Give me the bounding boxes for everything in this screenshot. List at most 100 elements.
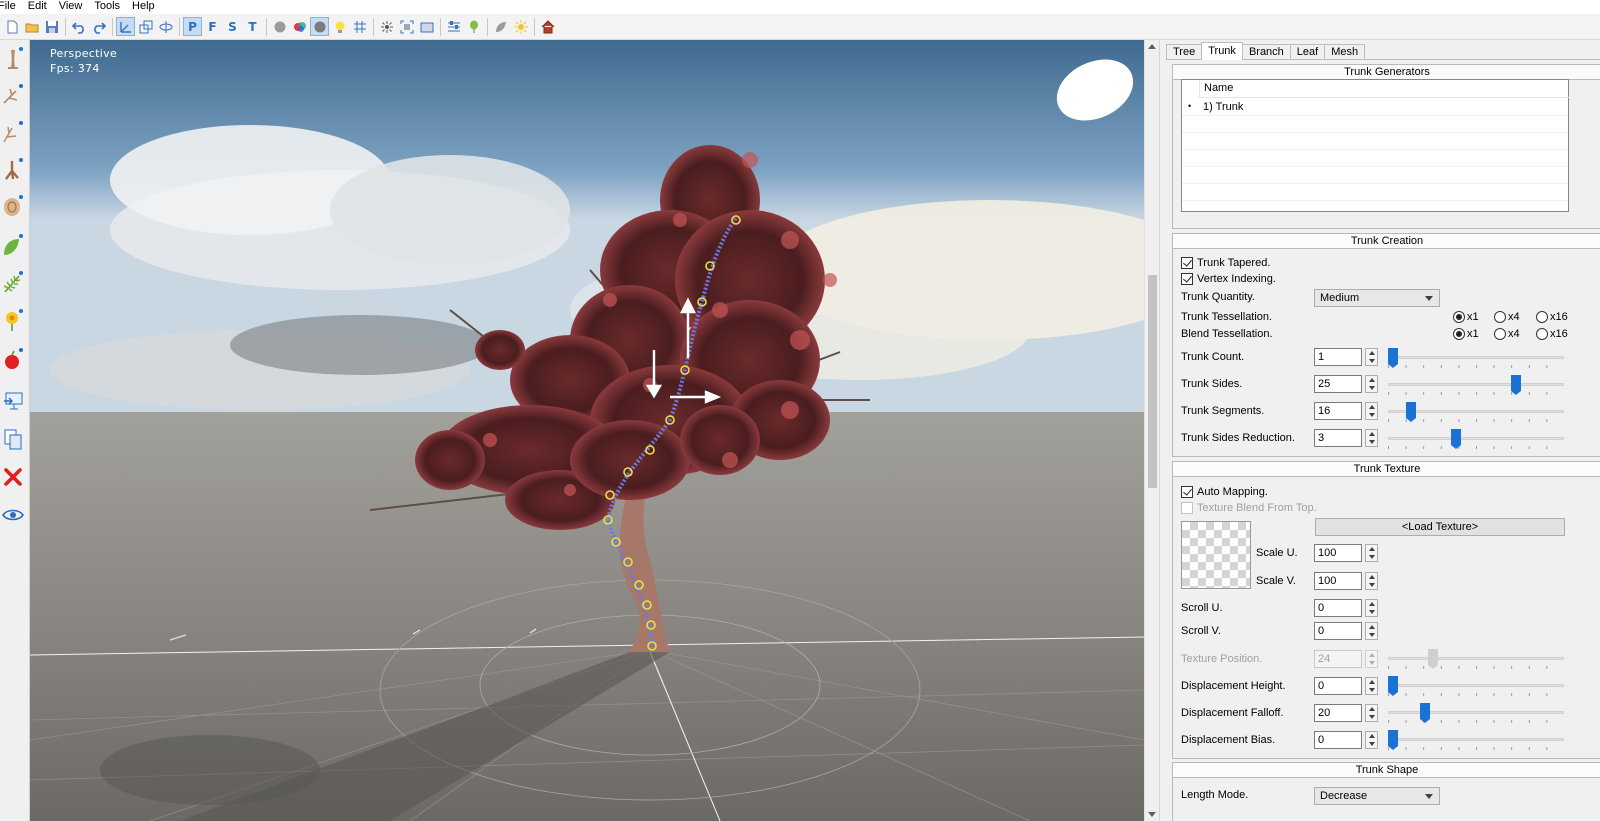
scale-v-field[interactable]: 100 bbox=[1314, 572, 1362, 590]
scroll-v-spin-buttons[interactable] bbox=[1365, 622, 1378, 640]
trunk-sides-reduction-slider-thumb[interactable] bbox=[1451, 429, 1461, 449]
blend-tessellation-x16-radio[interactable] bbox=[1536, 328, 1548, 340]
add-cap-icon[interactable] bbox=[0, 191, 26, 221]
displacement-bias-field[interactable]: 0 bbox=[1314, 731, 1362, 749]
displacement-bias-stepper[interactable]: 0 bbox=[1314, 731, 1378, 749]
visibility-icon[interactable] bbox=[0, 500, 26, 530]
trunk-sides-slider-thumb[interactable] bbox=[1511, 375, 1521, 395]
grid-icon[interactable] bbox=[350, 17, 369, 36]
front-view[interactable]: F bbox=[203, 17, 222, 36]
add-frond-icon[interactable] bbox=[0, 267, 26, 297]
add-branch-icon[interactable] bbox=[0, 80, 26, 110]
scale-v-spin-buttons[interactable] bbox=[1365, 572, 1378, 590]
length-mode-select[interactable]: Decrease bbox=[1314, 787, 1440, 805]
texture-position-field[interactable]: 24 bbox=[1314, 650, 1362, 668]
trunk-sides-reduction-stepper[interactable]: 3 bbox=[1314, 429, 1378, 447]
texture-position-slider-thumb[interactable] bbox=[1428, 649, 1438, 669]
trunk-sides-stepper[interactable]: 25 bbox=[1314, 375, 1378, 393]
sun-icon[interactable] bbox=[511, 17, 530, 36]
displacement-bias-slider-thumb[interactable] bbox=[1388, 730, 1398, 750]
menu-file[interactable]: File bbox=[0, 0, 24, 14]
scroll-u-spin-buttons[interactable] bbox=[1365, 599, 1378, 617]
texture-position-stepper[interactable]: 24 bbox=[1314, 650, 1378, 668]
delete-icon[interactable] bbox=[0, 462, 26, 492]
trunk-segments-stepper[interactable]: 16 bbox=[1314, 402, 1378, 420]
balloon-icon[interactable] bbox=[464, 17, 483, 36]
trunk-quantity-select[interactable]: Medium bbox=[1314, 289, 1440, 307]
scroll-thumb[interactable] bbox=[1148, 275, 1157, 488]
menu-view[interactable]: View bbox=[55, 0, 91, 14]
displacement-height-slider[interactable] bbox=[1388, 676, 1564, 696]
settings-sliders-icon[interactable] bbox=[444, 17, 463, 36]
add-fruit-icon[interactable] bbox=[0, 344, 26, 374]
displacement-falloff-field[interactable]: 20 bbox=[1314, 704, 1362, 722]
scroll-v-field[interactable]: 0 bbox=[1314, 622, 1362, 640]
displacement-falloff-spin-buttons[interactable] bbox=[1365, 704, 1378, 722]
blend-tessellation-x4-radio[interactable] bbox=[1494, 328, 1506, 340]
scroll-up-icon[interactable] bbox=[1148, 44, 1156, 49]
trunk-sides-reduction-spin-buttons[interactable] bbox=[1365, 429, 1378, 447]
color-material-icon[interactable] bbox=[290, 17, 309, 36]
add-twig-icon[interactable] bbox=[0, 117, 26, 147]
tab-leaf[interactable]: Leaf bbox=[1289, 44, 1326, 60]
trunk-segments-spin-buttons[interactable] bbox=[1365, 402, 1378, 420]
scroll-v-stepper[interactable]: 0 bbox=[1314, 622, 1378, 640]
trunk-count-spin-buttons[interactable] bbox=[1365, 348, 1378, 366]
sphere-shading-icon[interactable] bbox=[270, 17, 289, 36]
trunk-generators-list[interactable]: Name • 1) Trunk bbox=[1181, 79, 1569, 212]
displacement-height-stepper[interactable]: 0 bbox=[1314, 677, 1378, 695]
textured-sphere-icon[interactable] bbox=[310, 17, 329, 36]
rotate-gizmo-icon[interactable] bbox=[156, 17, 175, 36]
trunk-sides-field[interactable]: 25 bbox=[1314, 375, 1362, 393]
texture-position-spin-buttons[interactable] bbox=[1365, 650, 1378, 668]
blend-tessellation-x1-radio[interactable] bbox=[1453, 328, 1465, 340]
scroll-u-stepper[interactable]: 0 bbox=[1314, 599, 1378, 617]
load-texture-button[interactable]: <Load Texture> bbox=[1315, 518, 1565, 536]
side-view[interactable]: S bbox=[223, 17, 242, 36]
auto-mapping-checkbox[interactable] bbox=[1181, 486, 1193, 498]
leaf-icon[interactable] bbox=[491, 17, 510, 36]
viewport-scrollbar[interactable] bbox=[1144, 40, 1159, 821]
save-icon[interactable] bbox=[42, 17, 61, 36]
export-icon[interactable] bbox=[0, 386, 26, 416]
new-file-icon[interactable] bbox=[2, 17, 21, 36]
3d-viewport[interactable]: Perspective Fps: 374 bbox=[30, 40, 1144, 821]
trunk-sides-reduction-field[interactable]: 3 bbox=[1314, 429, 1362, 447]
redo-icon[interactable] bbox=[89, 17, 108, 36]
trunk-sides-slider[interactable] bbox=[1388, 375, 1564, 395]
zoom-extents-icon[interactable] bbox=[397, 17, 416, 36]
trunk-segments-slider-thumb[interactable] bbox=[1406, 402, 1416, 422]
tab-trunk[interactable]: Trunk bbox=[1201, 42, 1243, 60]
displacement-bias-slider[interactable] bbox=[1388, 730, 1564, 750]
trunk-tessellation-x1-radio[interactable] bbox=[1453, 311, 1465, 323]
add-leaf-icon[interactable] bbox=[0, 230, 26, 260]
trunk-tessellation-x4-radio[interactable] bbox=[1494, 311, 1506, 323]
trunk-segments-field[interactable]: 16 bbox=[1314, 402, 1362, 420]
displacement-falloff-slider-thumb[interactable] bbox=[1420, 703, 1430, 723]
scroll-down-icon[interactable] bbox=[1148, 812, 1156, 817]
trunk-sides-reduction-slider[interactable] bbox=[1388, 429, 1564, 449]
screenshot-icon[interactable] bbox=[417, 17, 436, 36]
displacement-falloff-slider[interactable] bbox=[1388, 703, 1564, 723]
tab-mesh[interactable]: Mesh bbox=[1324, 44, 1366, 60]
displacement-falloff-stepper[interactable]: 20 bbox=[1314, 704, 1378, 722]
perspective-view[interactable]: P bbox=[183, 17, 202, 36]
list-item[interactable]: • 1) Trunk bbox=[1182, 99, 1568, 116]
trunk-sides-spin-buttons[interactable] bbox=[1365, 375, 1378, 393]
texture-position-slider[interactable] bbox=[1388, 649, 1564, 669]
menu-edit[interactable]: Edit bbox=[24, 0, 55, 14]
list-header-name[interactable]: Name bbox=[1199, 80, 1569, 98]
trunk-tapered-checkbox[interactable] bbox=[1181, 257, 1193, 269]
displacement-bias-spin-buttons[interactable] bbox=[1365, 731, 1378, 749]
trunk-segments-slider[interactable] bbox=[1388, 402, 1564, 422]
add-trunk-icon[interactable] bbox=[0, 43, 26, 73]
trunk-count-slider-thumb[interactable] bbox=[1388, 348, 1398, 368]
scale-v-stepper[interactable]: 100 bbox=[1314, 572, 1378, 590]
trunk-count-stepper[interactable]: 1 bbox=[1314, 348, 1378, 366]
open-folder-icon[interactable] bbox=[22, 17, 41, 36]
scale-u-spin-buttons[interactable] bbox=[1365, 544, 1378, 562]
vertex-indexing-checkbox[interactable] bbox=[1181, 273, 1193, 285]
scale-gizmo-icon[interactable] bbox=[136, 17, 155, 36]
move-gizmo-icon[interactable] bbox=[116, 17, 135, 36]
menu-tools[interactable]: Tools bbox=[90, 0, 128, 14]
